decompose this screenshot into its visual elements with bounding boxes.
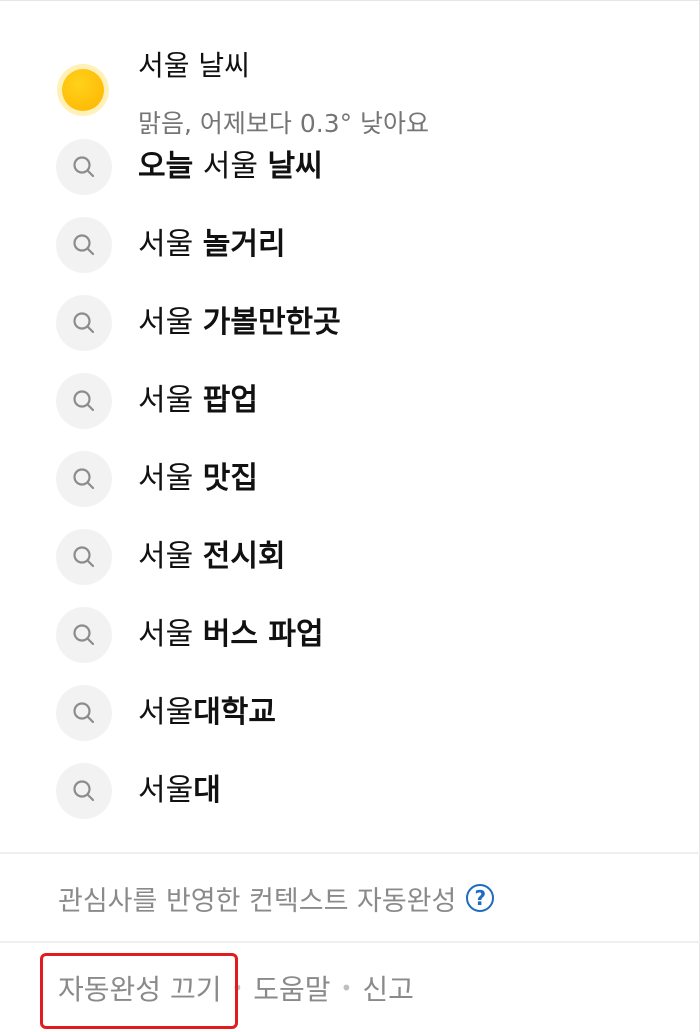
suggestion-text: 서울 가볼만한곳 xyxy=(138,305,341,340)
weather-suggestion[interactable]: 서울 날씨 맑음, 어제보다 0.3° 낮아요 xyxy=(0,18,700,138)
weather-title: 서울 날씨 xyxy=(138,49,250,82)
highlight-box xyxy=(40,953,238,1029)
search-icon xyxy=(56,139,112,195)
suggestion-text: 서울대학교 xyxy=(138,695,277,730)
context-autocomplete-notice: 관심사를 반영한 컨텍스트 자동완성 ? xyxy=(58,875,495,921)
suggestion-item[interactable]: 오늘 서울 날씨 xyxy=(0,128,700,206)
divider xyxy=(0,852,700,854)
search-icon xyxy=(56,763,112,819)
report-link[interactable]: 신고 xyxy=(362,968,414,1008)
search-icon xyxy=(56,373,112,429)
suggestion-item[interactable]: 서울 전시회 xyxy=(0,518,700,596)
separator-dot: • xyxy=(340,976,353,1000)
suggestion-text: 서울 버스 파업 xyxy=(138,617,324,652)
divider xyxy=(0,941,700,943)
suggestion-list: 오늘 서울 날씨 서울 놀거리 서울 가볼만한곳 서울 팝업 서울 맛집 서울 … xyxy=(0,128,700,830)
suggestion-item[interactable]: 서울 버스 파업 xyxy=(0,596,700,674)
suggestion-text: 서울 놀거리 xyxy=(138,227,286,262)
suggestion-item[interactable]: 서울 팝업 xyxy=(0,362,700,440)
help-link[interactable]: 도움말 xyxy=(253,968,330,1008)
sun-icon xyxy=(57,64,109,116)
context-autocomplete-label: 관심사를 반영한 컨텍스트 자동완성 xyxy=(58,885,457,917)
suggestion-text: 서울대 xyxy=(138,773,221,808)
search-icon xyxy=(56,685,112,741)
suggestion-text: 서울 전시회 xyxy=(138,539,286,574)
help-circle-icon[interactable]: ? xyxy=(466,884,495,912)
search-icon xyxy=(56,451,112,507)
suggestion-text: 서울 팝업 xyxy=(138,383,258,418)
search-icon xyxy=(56,529,112,585)
search-icon xyxy=(56,607,112,663)
search-icon xyxy=(56,295,112,351)
suggestion-item[interactable]: 서울 가볼만한곳 xyxy=(0,284,700,362)
top-border xyxy=(0,0,700,1)
suggestion-text: 오늘 서울 날씨 xyxy=(138,149,323,184)
suggestion-item[interactable]: 서울대 xyxy=(0,752,700,830)
suggestion-item[interactable]: 서울대학교 xyxy=(0,674,700,752)
suggestion-item[interactable]: 서울 놀거리 xyxy=(0,206,700,284)
search-icon xyxy=(56,217,112,273)
suggestion-text: 서울 맛집 xyxy=(138,461,258,496)
suggestion-item[interactable]: 서울 맛집 xyxy=(0,440,700,518)
